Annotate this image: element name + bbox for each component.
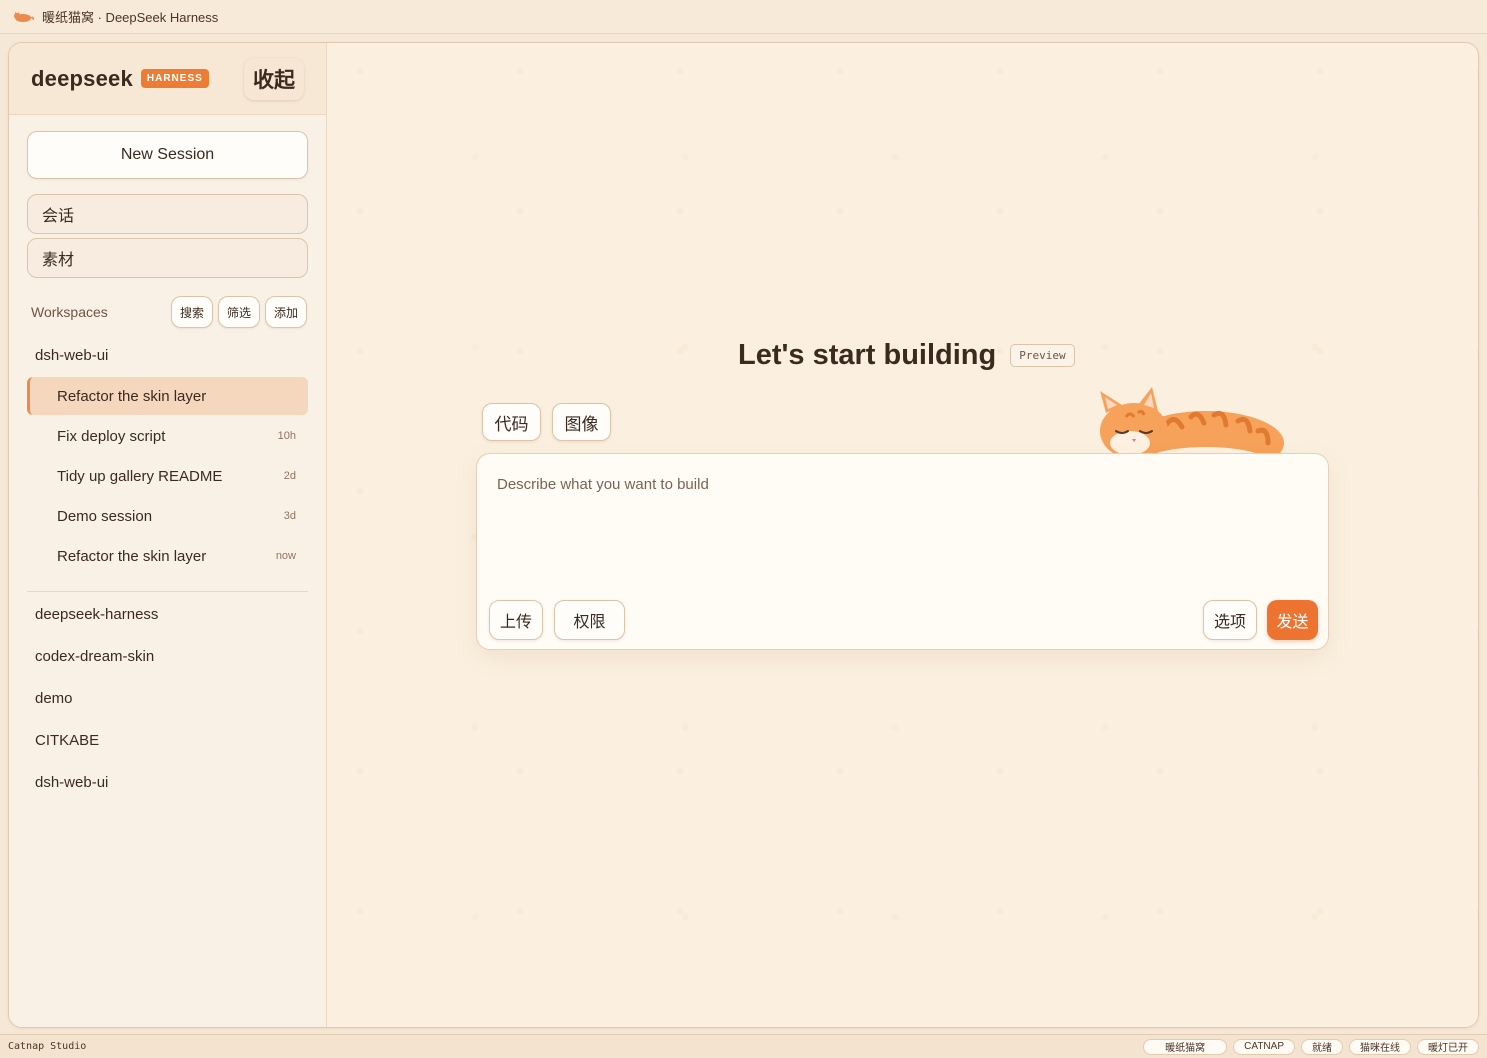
status-pill: 暖灯已开 [1417, 1038, 1479, 1055]
nav-assets[interactable]: 素材 [27, 238, 308, 278]
session-age: 2d [283, 470, 296, 482]
session-age: 3d [283, 510, 296, 522]
main-area: Let's start building Preview 代码 图像 Descr… [328, 43, 1478, 1027]
status-pill: 就绪 [1301, 1038, 1343, 1055]
workspace-item[interactable]: codex-dream-skin [35, 648, 154, 665]
mode-image-button[interactable]: 图像 [552, 403, 611, 441]
composer: Describe what you want to build 上传 权限 选项… [476, 453, 1329, 650]
prompt-input[interactable]: Describe what you want to build [497, 476, 709, 493]
send-button[interactable]: 发送 [1267, 600, 1318, 640]
sidebar-header: deepseek HARNESS 收起 [9, 43, 326, 115]
workspaces-label: Workspaces [31, 304, 108, 320]
active-workspace-title[interactable]: dsh-web-ui [35, 347, 108, 364]
cat-icon [14, 11, 34, 22]
status-bar: Catnap Studio 暖纸猫窝 CATNAP 就绪 猫咪在线 暖灯已开 [0, 1034, 1487, 1058]
sidebar-divider [27, 591, 308, 592]
workspace-item[interactable]: demo [35, 690, 73, 707]
new-session-button[interactable]: New Session [27, 131, 308, 179]
status-pill: 暖纸猫窝 [1143, 1038, 1228, 1055]
permissions-button[interactable]: 权限 [554, 600, 625, 640]
options-button[interactable]: 选项 [1203, 600, 1257, 640]
workspace-item[interactable]: deepseek-harness [35, 606, 158, 623]
status-studio-name: Catnap Studio [8, 1041, 87, 1052]
mode-code-button[interactable]: 代码 [482, 403, 541, 441]
session-item[interactable]: Refactor the skin layer now [27, 537, 308, 575]
brand-badge: HARNESS [140, 69, 209, 88]
session-title: Refactor the skin layer [57, 547, 207, 565]
preview-badge: Preview [1010, 344, 1075, 367]
status-pill: CATNAP [1233, 1038, 1295, 1055]
workspaces-header: Workspaces 搜索 筛选 添加 [31, 295, 307, 329]
workspace-item[interactable]: CITKABE [35, 732, 99, 749]
workspace-search-button[interactable]: 搜索 [171, 296, 213, 328]
session-age: 10h [277, 430, 296, 442]
session-item[interactable]: Demo session 3d [27, 497, 308, 535]
session-item[interactable]: Fix deploy script 10h [27, 417, 308, 455]
session-title: Demo session [57, 507, 153, 525]
workspace-item[interactable]: dsh-web-ui [35, 774, 108, 791]
window-title: 暖纸猫窝 · DeepSeek Harness [42, 10, 219, 25]
session-title: Tidy up gallery README [57, 467, 223, 485]
workspace-add-button[interactable]: 添加 [265, 296, 307, 328]
collapse-sidebar-button[interactable]: 收起 [244, 58, 304, 100]
session-age: now [275, 550, 296, 562]
workspace-filter-button[interactable]: 筛选 [218, 296, 260, 328]
sidebar: deepseek HARNESS 收起 New Session 会话 素材 Wo… [9, 43, 327, 1027]
app-window: deepseek HARNESS 收起 New Session 会话 素材 Wo… [8, 42, 1479, 1028]
session-title: Fix deploy script [57, 427, 166, 445]
upload-button[interactable]: 上传 [489, 600, 543, 640]
status-pills: 暖纸猫窝 CATNAP 就绪 猫咪在线 暖灯已开 [1143, 1038, 1479, 1055]
page-title: Let's start building [738, 339, 997, 371]
title-bar: 暖纸猫窝 · DeepSeek Harness [0, 0, 1487, 34]
session-item[interactable]: Refactor the skin layer [27, 377, 308, 415]
session-item[interactable]: Tidy up gallery README 2d [27, 457, 308, 495]
status-pill: 猫咪在线 [1349, 1038, 1411, 1055]
nav-sessions[interactable]: 会话 [27, 194, 308, 234]
brand-logo: deepseek [31, 65, 133, 91]
hero: Let's start building Preview [738, 339, 1075, 372]
session-title: Refactor the skin layer [57, 387, 207, 405]
